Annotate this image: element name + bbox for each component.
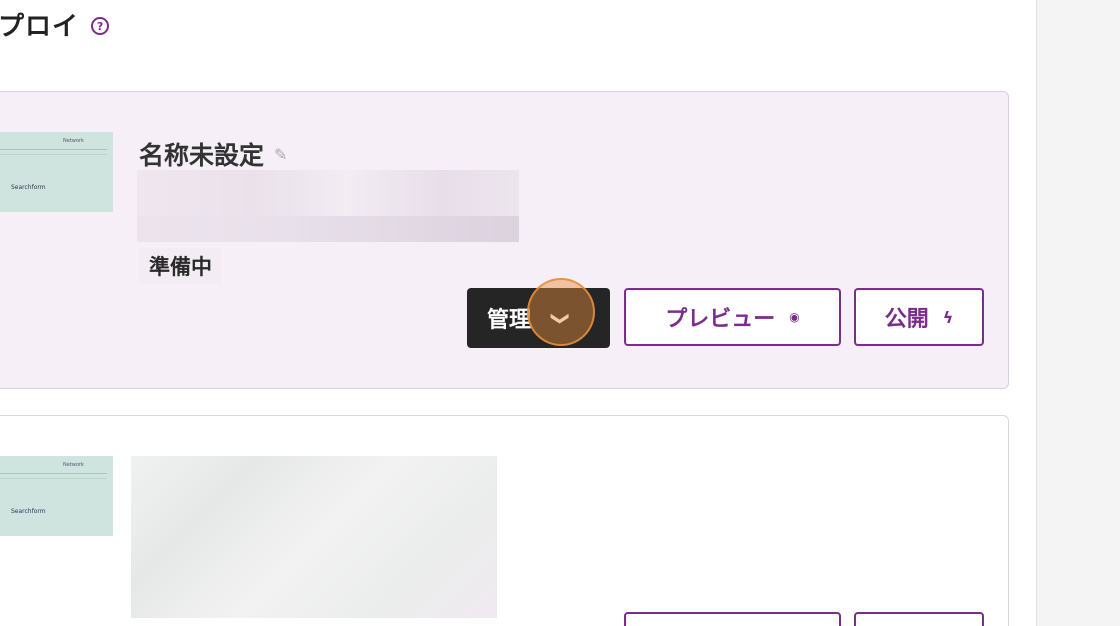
thumbnail-divider bbox=[0, 473, 107, 474]
manage-label: 管理 bbox=[487, 308, 532, 333]
deployment-card: Network Searchform bbox=[0, 415, 1009, 626]
right-side-panel bbox=[1036, 0, 1120, 626]
thumbnail-heading: Searchform bbox=[11, 184, 46, 191]
cursor-highlight bbox=[527, 278, 595, 346]
blurred-url bbox=[137, 170, 519, 242]
thumbnail-divider bbox=[0, 149, 107, 150]
thumbnail-divider bbox=[0, 154, 107, 155]
site-thumbnail[interactable]: Network Searchform bbox=[0, 132, 113, 212]
blurred-details bbox=[131, 456, 497, 618]
publish-button[interactable]: 公開 ϟ bbox=[854, 288, 984, 346]
thumbnail-logo: Network bbox=[63, 462, 84, 468]
publish-label: 公開 bbox=[884, 307, 929, 332]
site-name: 名称未設定 ✎ bbox=[139, 136, 287, 172]
edit-icon[interactable]: ✎ bbox=[274, 145, 287, 164]
help-icon[interactable]: ? bbox=[91, 17, 110, 35]
preview-button[interactable] bbox=[624, 612, 841, 626]
page-title: プロイ bbox=[0, 11, 80, 42]
thumbnail-heading: Searchform bbox=[11, 508, 46, 515]
site-name-text: 名称未設定 bbox=[139, 141, 265, 170]
lightning-icon: ϟ bbox=[942, 307, 954, 327]
thumbnail-divider bbox=[0, 478, 107, 479]
status-badge: 準備中 bbox=[139, 248, 222, 284]
thumbnail-logo: Network bbox=[63, 138, 84, 144]
preview-label: プレビュー bbox=[665, 307, 776, 332]
site-thumbnail[interactable]: Network Searchform bbox=[0, 456, 113, 536]
deployment-card: Network Searchform 名称未設定 ✎ 準備中 管理 ❯ プレビュ… bbox=[0, 91, 1009, 389]
eye-icon: ◉ bbox=[789, 310, 800, 324]
publish-button[interactable] bbox=[854, 612, 984, 626]
preview-button[interactable]: プレビュー ◉ bbox=[624, 288, 841, 346]
page-header: プロイ ? bbox=[0, 0, 110, 48]
